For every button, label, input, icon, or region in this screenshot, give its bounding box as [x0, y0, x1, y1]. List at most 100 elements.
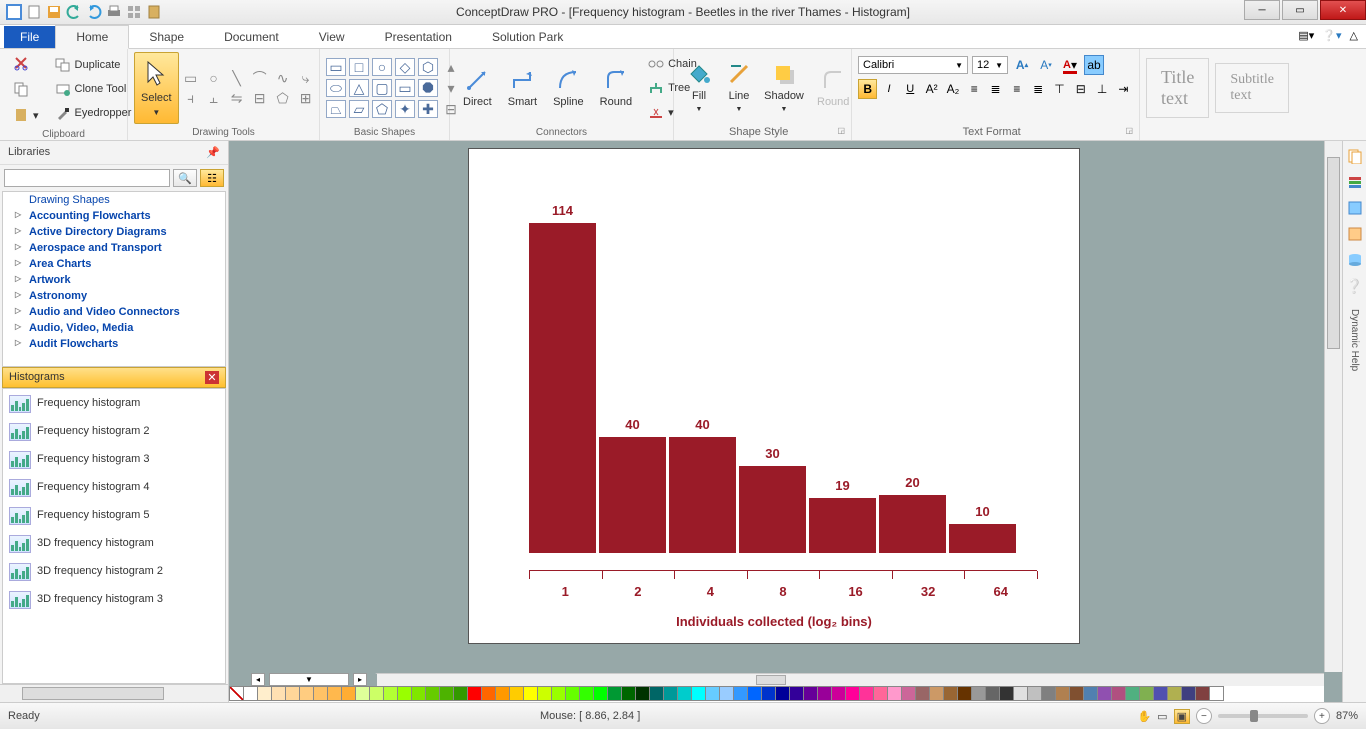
align-left-button[interactable]: ≡	[965, 79, 984, 99]
shape-item[interactable]: Frequency histogram 3	[3, 445, 225, 473]
font-color-button[interactable]: A▾	[1060, 55, 1080, 75]
libtree-item[interactable]: Audit Flowcharts	[3, 336, 225, 352]
color-swatch[interactable]	[1209, 686, 1224, 701]
no-color-swatch[interactable]	[229, 686, 244, 701]
title-text-button[interactable]: Title text	[1146, 58, 1209, 118]
lib-hscroll[interactable]	[0, 684, 228, 702]
shape-item[interactable]: 3D frequency histogram 2	[3, 557, 225, 585]
text-tool[interactable]: ⊞	[296, 89, 316, 107]
shape-circle[interactable]: ○	[372, 58, 392, 76]
collapse-ribbon-icon[interactable]: △	[1350, 29, 1358, 42]
color-swatch[interactable]	[775, 686, 790, 701]
tab-view[interactable]: View	[299, 26, 365, 48]
redo-icon[interactable]	[86, 4, 102, 20]
shape-item[interactable]: Frequency histogram 5	[3, 501, 225, 529]
fill-button[interactable]: Fill▼	[680, 52, 718, 124]
color-swatch[interactable]	[327, 686, 342, 701]
color-swatch[interactable]	[761, 686, 776, 701]
libtree-item[interactable]: Artwork	[3, 272, 225, 288]
color-swatch[interactable]	[915, 686, 930, 701]
maximize-button[interactable]: ▭	[1282, 0, 1318, 20]
page-next[interactable]: ▸	[353, 673, 367, 686]
valign-bot-button[interactable]: ⊥	[1092, 79, 1111, 99]
color-swatch[interactable]	[313, 686, 328, 701]
fontsize-select[interactable]: 12▼	[972, 56, 1008, 74]
zoom-in-button[interactable]: +	[1314, 708, 1330, 724]
color-swatch[interactable]	[383, 686, 398, 701]
paste-button[interactable]: ▾	[6, 103, 46, 127]
shape-item[interactable]: Frequency histogram 2	[3, 417, 225, 445]
color-swatch[interactable]	[1181, 686, 1196, 701]
shape-cross[interactable]: ✚	[418, 100, 438, 118]
pages-icon[interactable]	[1346, 147, 1364, 165]
zoom-out-button[interactable]: −	[1196, 708, 1212, 724]
bar[interactable]: 40	[599, 437, 666, 553]
shape-item[interactable]: 3D frequency histogram	[3, 529, 225, 557]
subscript-button[interactable]: A₂	[943, 79, 962, 99]
color-swatch[interactable]	[789, 686, 804, 701]
page-prev[interactable]: ◂	[251, 673, 265, 686]
color-swatch[interactable]	[299, 686, 314, 701]
document-page[interactable]: Species collected 114404030192010 Indivi…	[469, 149, 1079, 643]
color-swatch[interactable]	[1167, 686, 1182, 701]
color-swatch[interactable]	[1013, 686, 1028, 701]
color-swatch[interactable]	[901, 686, 916, 701]
search-input[interactable]	[4, 169, 170, 187]
color-swatch[interactable]	[971, 686, 986, 701]
direct-connector[interactable]: Direct	[456, 52, 499, 124]
color-swatch[interactable]	[803, 686, 818, 701]
line-tool[interactable]: ╲	[227, 69, 247, 87]
clipboard-icon[interactable]	[146, 4, 162, 20]
shape-hex[interactable]: ⬡	[418, 58, 438, 76]
color-swatch[interactable]	[271, 686, 286, 701]
italic-button[interactable]: I	[879, 79, 898, 99]
libtree-item[interactable]: Active Directory Diagrams	[3, 224, 225, 240]
horizontal-scrollbar[interactable]	[375, 673, 1324, 686]
color-swatch[interactable]	[439, 686, 454, 701]
libtree-item[interactable]: Drawing Shapes	[3, 192, 225, 208]
tab-file[interactable]: File	[4, 26, 55, 48]
color-swatch[interactable]	[341, 686, 356, 701]
libtree-item[interactable]: Aerospace and Transport	[3, 240, 225, 256]
grid-icon[interactable]	[126, 4, 142, 20]
color-swatch[interactable]	[999, 686, 1014, 701]
copy-button[interactable]	[6, 77, 46, 101]
ellipse-tool[interactable]: ○	[204, 69, 224, 87]
align-center-button[interactable]: ≣	[986, 79, 1005, 99]
eyedropper-button[interactable]: Eyedropper	[48, 102, 139, 124]
color-swatch[interactable]	[607, 686, 622, 701]
shape-diamond[interactable]: ◇	[395, 58, 415, 76]
hand-tool-icon[interactable]: ✋	[1137, 710, 1151, 723]
color-swatch[interactable]	[859, 686, 874, 701]
tree-view-button[interactable]: ☷	[200, 169, 224, 187]
color-swatch[interactable]	[677, 686, 692, 701]
shape-ellipse[interactable]: ⬭	[326, 79, 346, 97]
color-swatch[interactable]	[663, 686, 678, 701]
underline-button[interactable]: U	[901, 79, 920, 99]
color-swatch[interactable]	[537, 686, 552, 701]
color-swatch[interactable]	[845, 686, 860, 701]
libtree-item[interactable]: Audio, Video, Media	[3, 320, 225, 336]
color-swatch[interactable]	[929, 686, 944, 701]
shape-star[interactable]: ✦	[395, 100, 415, 118]
color-swatch[interactable]	[1097, 686, 1112, 701]
subtitle-text-button[interactable]: Subtitle text	[1215, 63, 1289, 113]
duplicate-button[interactable]: Duplicate	[48, 54, 139, 76]
color-swatch[interactable]	[831, 686, 846, 701]
libtree-item[interactable]: Astronomy	[3, 288, 225, 304]
color-swatch[interactable]	[719, 686, 734, 701]
color-swatch[interactable]	[621, 686, 636, 701]
undo-icon[interactable]	[66, 4, 82, 20]
spline-connector[interactable]: Spline	[546, 52, 591, 124]
indent-button[interactable]: ⇥	[1114, 79, 1133, 99]
color-swatch[interactable]	[747, 686, 762, 701]
tab-document[interactable]: Document	[204, 26, 299, 48]
color-swatch[interactable]	[257, 686, 272, 701]
color-swatch[interactable]	[943, 686, 958, 701]
color-swatch[interactable]	[705, 686, 720, 701]
shape-square[interactable]: □	[349, 58, 369, 76]
shape-item[interactable]: Frequency histogram	[3, 389, 225, 417]
distribute-tool[interactable]: ⊟	[250, 89, 270, 107]
connector-tool[interactable]: ⤷	[296, 69, 316, 87]
color-swatch[interactable]	[957, 686, 972, 701]
